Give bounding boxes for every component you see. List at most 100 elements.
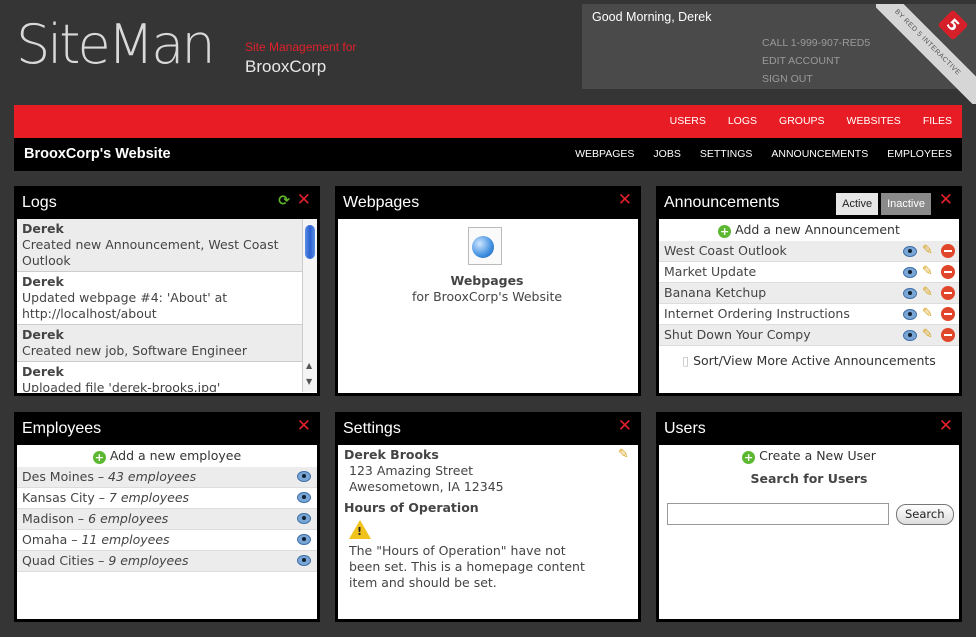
scroll-down-icon[interactable]: ▼ bbox=[306, 377, 312, 386]
close-icon[interactable]: ✕ bbox=[618, 418, 632, 435]
employee-count: 9 employees bbox=[108, 553, 189, 568]
list-item: Internet Ordering Instructions ✎ bbox=[659, 304, 959, 325]
account-links: CALL 1-999-907-RED5 EDIT ACCOUNT SIGN OU… bbox=[762, 34, 870, 88]
log-user: Derek bbox=[22, 274, 64, 289]
users-header: Users ✕ bbox=[659, 415, 959, 445]
close-icon[interactable]: ✕ bbox=[297, 418, 311, 435]
employees-panel: Employees ✕ + Add a new employee Des Moin… bbox=[14, 412, 320, 622]
add-employee-button[interactable]: + Add a new employee bbox=[17, 445, 317, 467]
users-title: Users bbox=[664, 420, 706, 437]
delete-icon[interactable] bbox=[941, 328, 955, 342]
more-announcements-link[interactable]: ▯ Sort/View More Active Announcements bbox=[659, 350, 959, 372]
log-entry: Derek Updated webpage #4: 'About' at htt… bbox=[17, 272, 302, 325]
list-item: Des Moines – 43 employees bbox=[17, 467, 317, 488]
view-icon[interactable] bbox=[903, 287, 917, 299]
list-item: West Coast Outlook ✎ bbox=[659, 241, 959, 262]
red5-ribbon[interactable]: BY RED 5 INTERACTIVE 5 bbox=[876, 4, 976, 104]
log-text: Uploaded file 'derek-brooks.jpg' bbox=[22, 380, 221, 392]
tab-inactive[interactable]: Inactive bbox=[881, 193, 931, 215]
address-line-1: 123 Amazing Street bbox=[349, 463, 474, 478]
add-icon: + bbox=[742, 451, 756, 464]
list-item: Quad Cities – 9 employees bbox=[17, 551, 317, 572]
view-icon[interactable] bbox=[297, 513, 311, 524]
close-icon[interactable]: ✕ bbox=[297, 192, 311, 209]
edit-icon[interactable]: ✎ bbox=[922, 307, 936, 321]
announcements-panel: Announcements Active Inactive ✕ + Add a n… bbox=[656, 186, 962, 396]
view-icon[interactable] bbox=[903, 308, 917, 320]
phone-link[interactable]: CALL 1-999-907-RED5 bbox=[762, 34, 870, 52]
delete-icon[interactable] bbox=[941, 307, 955, 321]
site-nav-bar: BrooxCorp's Website WEBPAGES JOBS SETTIN… bbox=[14, 138, 962, 171]
close-icon[interactable]: ✕ bbox=[939, 418, 953, 435]
greeting: Good Morning, Derek bbox=[592, 10, 712, 24]
subnav-webpages[interactable]: WEBPAGES bbox=[575, 148, 634, 160]
refresh-icon[interactable]: ⟳ bbox=[278, 193, 290, 209]
nav-websites[interactable]: WEBSITES bbox=[847, 115, 901, 127]
announcement-title[interactable]: Banana Ketchup bbox=[664, 285, 766, 300]
edit-icon[interactable]: ✎ bbox=[618, 448, 632, 462]
employee-count: 11 employees bbox=[81, 532, 170, 547]
nav-groups[interactable]: GROUPS bbox=[779, 115, 825, 127]
delete-icon[interactable] bbox=[941, 286, 955, 300]
edit-icon[interactable]: ✎ bbox=[922, 328, 936, 342]
log-text: Updated webpage #4: 'About' at http://lo… bbox=[22, 290, 228, 321]
subnav-jobs[interactable]: JOBS bbox=[653, 148, 680, 160]
announcement-title[interactable]: Market Update bbox=[664, 264, 756, 279]
employee-city[interactable]: Kansas City bbox=[22, 490, 95, 505]
delete-icon[interactable] bbox=[941, 244, 955, 258]
subnav-settings[interactable]: SETTINGS bbox=[700, 148, 753, 160]
main-nav: USERS LOGS GROUPS WEBSITES FILES bbox=[670, 115, 952, 127]
log-text: Created new Announcement, West Coast Out… bbox=[22, 237, 279, 268]
nav-files[interactable]: FILES bbox=[923, 115, 952, 127]
view-icon[interactable] bbox=[297, 492, 311, 503]
announcement-title[interactable]: Shut Down Your Compy bbox=[664, 327, 811, 342]
close-icon[interactable]: ✕ bbox=[939, 192, 953, 209]
sign-out-link[interactable]: SIGN OUT bbox=[762, 70, 870, 88]
nav-users[interactable]: USERS bbox=[670, 115, 706, 127]
webpage-globe-icon[interactable] bbox=[468, 227, 502, 265]
announcement-title[interactable]: Internet Ordering Instructions bbox=[664, 306, 850, 321]
add-announcement-button[interactable]: + Add a new Announcement bbox=[659, 219, 959, 241]
edit-account-link[interactable]: EDIT ACCOUNT bbox=[762, 52, 870, 70]
close-icon[interactable]: ✕ bbox=[618, 192, 632, 209]
view-icon[interactable] bbox=[297, 555, 311, 566]
announcement-title[interactable]: West Coast Outlook bbox=[664, 243, 787, 258]
view-icon[interactable] bbox=[297, 471, 311, 482]
logs-scrollbar[interactable]: ▲ ▼ bbox=[302, 219, 317, 392]
employee-city[interactable]: Madison bbox=[22, 511, 74, 526]
employee-city[interactable]: Omaha bbox=[22, 532, 67, 547]
delete-icon[interactable] bbox=[941, 265, 955, 279]
subnav-announcements[interactable]: ANNOUNCEMENTS bbox=[771, 148, 868, 160]
settings-header: Settings ✕ bbox=[338, 415, 638, 445]
create-user-button[interactable]: + Create a New User bbox=[659, 445, 959, 467]
view-icon[interactable] bbox=[903, 266, 917, 278]
edit-icon[interactable]: ✎ bbox=[922, 244, 936, 258]
employee-city[interactable]: Quad Cities bbox=[22, 553, 94, 568]
log-entry: Derek Created new Announcement, West Coa… bbox=[17, 219, 302, 272]
view-icon[interactable] bbox=[903, 329, 917, 341]
edit-icon[interactable]: ✎ bbox=[922, 265, 936, 279]
announcement-tabs: Active Inactive bbox=[836, 193, 931, 215]
red5-logo-icon: 5 bbox=[937, 9, 969, 41]
view-icon[interactable] bbox=[297, 534, 311, 545]
log-user: Derek bbox=[22, 364, 64, 379]
webpages-header: Webpages ✕ bbox=[338, 189, 638, 219]
search-button[interactable]: Search bbox=[896, 504, 954, 525]
employee-city[interactable]: Des Moines bbox=[22, 469, 94, 484]
webpages-label[interactable]: Webpages bbox=[338, 273, 636, 288]
create-user-label: Create a New User bbox=[759, 448, 876, 463]
scroll-up-icon[interactable]: ▲ bbox=[306, 361, 312, 370]
subnav-employees[interactable]: EMPLOYEES bbox=[887, 148, 952, 160]
nav-logs[interactable]: LOGS bbox=[728, 115, 757, 127]
webpages-title: Webpages bbox=[343, 194, 420, 211]
tab-active[interactable]: Active bbox=[836, 193, 879, 215]
tagline: Site Management for BrooxCorp bbox=[245, 40, 356, 77]
settings-panel: Settings ✕ ✎ Derek Brooks 123 Amazing St… bbox=[335, 412, 641, 622]
scrollbar-thumb[interactable] bbox=[305, 225, 315, 259]
view-icon[interactable] bbox=[903, 245, 917, 257]
logs-header: Logs ⟳ ✕ bbox=[17, 189, 317, 219]
add-employee-label: Add a new employee bbox=[109, 448, 242, 463]
edit-icon[interactable]: ✎ bbox=[922, 286, 936, 300]
search-users-input[interactable] bbox=[667, 503, 889, 525]
siteman-logo: SiteMan bbox=[16, 13, 216, 76]
